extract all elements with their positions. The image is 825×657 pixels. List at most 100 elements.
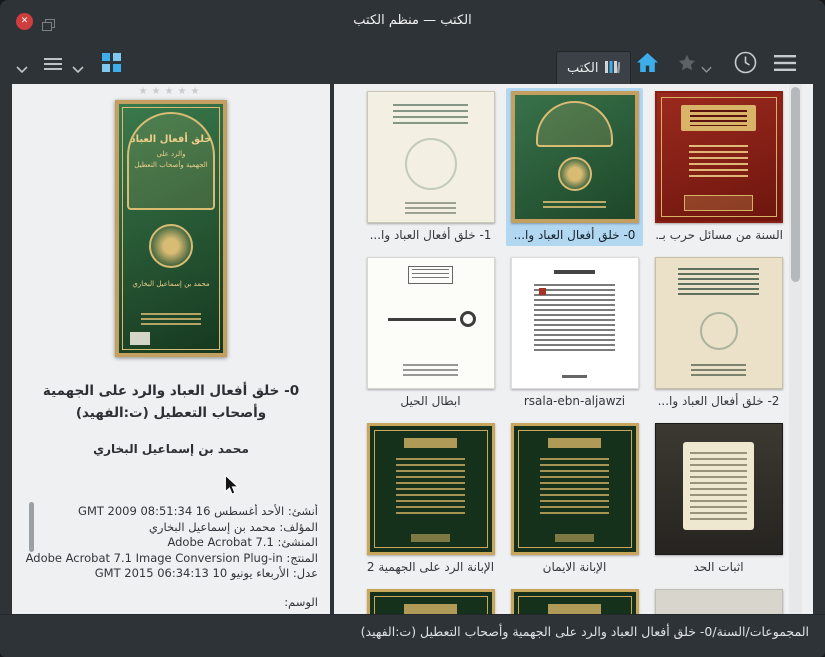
cursor-icon xyxy=(224,473,240,500)
home-icon xyxy=(636,52,659,77)
book-title-label: 1- خلق أفعال العباد وا... xyxy=(369,228,492,242)
metadata-label: عدل: xyxy=(292,566,318,580)
chevron-down-icon xyxy=(72,59,84,78)
tab-books-label: الكتب xyxy=(567,60,599,76)
metadata-label: الوسم: xyxy=(284,594,318,609)
tab-books[interactable]: الكتب xyxy=(556,51,632,84)
collapse-button[interactable] xyxy=(16,59,28,78)
metadata-label: المنتج: xyxy=(286,550,318,565)
book-grid-item[interactable]: ابطال الحيل xyxy=(362,254,499,412)
hamburger-icon xyxy=(774,55,796,75)
metadata-value: الأحد أغسطس 16 08:51:34 2009 GMT xyxy=(78,504,285,518)
bookshelf-icon xyxy=(605,59,622,78)
selected-item-path: المجموعات/السنة/0- خلق أفعال العباد والر… xyxy=(360,624,809,639)
chevron-down-icon xyxy=(701,59,712,78)
detail-scrollbar-thumb[interactable] xyxy=(29,502,34,552)
favorites-dropdown-button[interactable] xyxy=(701,59,712,78)
book-grid-item[interactable] xyxy=(506,586,643,614)
history-button[interactable] xyxy=(734,51,757,78)
book-grid-item[interactable]: الإبانة الرد على الجهمية 2 xyxy=(362,420,499,578)
book-title-label: الإبانة الرد على الجهمية 2 xyxy=(366,560,495,574)
book-title-label: rsala-ebn-aljawzi xyxy=(523,394,626,408)
metadata-value: محمد بن إسماعيل البخاري xyxy=(148,519,276,534)
metadata-list: أنشئ: الأحد أغسطس 16 08:51:34 2009 GMT ال… xyxy=(20,504,318,610)
book-cover xyxy=(510,423,639,555)
book-grid-panel: السنة من مسائل حرب بـ... 0- خلق أفعال ال… xyxy=(334,84,813,614)
statusbar: المجموعات/السنة/0- خلق أفعال العباد والر… xyxy=(0,614,825,648)
metadata-row: المنتج: Adobe Acrobat 7.1 Image Conversi… xyxy=(20,551,318,567)
metadata-label: أنشئ: xyxy=(287,504,318,518)
grid-icon xyxy=(102,53,121,76)
book-cover xyxy=(366,257,495,389)
favorites-button[interactable] xyxy=(678,54,696,76)
book-title-label: الإبانة الايمان xyxy=(542,560,607,574)
cover-title-line: والرد على xyxy=(156,150,186,158)
metadata-row: المؤلف: محمد بن إسماعيل البخاري xyxy=(20,520,318,536)
restore-icon xyxy=(42,16,55,35)
book-grid-item[interactable]: 1- خلق أفعال العباد وا... xyxy=(362,88,499,246)
metadata-row: أنشئ: الأحد أغسطس 16 08:51:34 2009 GMT xyxy=(20,504,318,520)
book-grid-item[interactable] xyxy=(650,586,787,614)
book-author: محمد بن إسماعيل البخاري xyxy=(93,442,249,456)
book-cover xyxy=(654,423,783,555)
book-detail-panel: ★★★★★ خلق أفعال العباد والرد على الجهمية… xyxy=(12,84,330,614)
cover-title-line: الجهمية وأصحاب التعطيل xyxy=(134,161,208,169)
book-cover xyxy=(654,91,783,223)
metadata-value: الأربعاء يونيو 10 06:34:13 2015 GMT xyxy=(94,566,290,580)
metadata-row: الوسم: xyxy=(20,595,318,611)
book-grid-item[interactable] xyxy=(362,586,499,614)
cover-title-panel: خلق أفعال العباد والرد على الجهمية وأصحا… xyxy=(127,112,215,210)
close-icon: ✕ xyxy=(20,16,29,26)
book-cover-large: خلق أفعال العباد والرد على الجهمية وأصحا… xyxy=(115,100,227,357)
chevron-down-icon xyxy=(16,59,28,78)
book-cover xyxy=(366,589,495,614)
restore-button[interactable] xyxy=(42,16,55,31)
grid-scrollbar[interactable] xyxy=(789,84,802,614)
book-cover xyxy=(654,589,783,614)
cover-medallion xyxy=(149,224,193,268)
book-title-label: اثبات الحد xyxy=(693,560,744,574)
book-grid-item[interactable]: 2- خلق أفعال العباد وا... xyxy=(650,254,787,412)
metadata-row: المنشئ: Adobe Acrobat 7.1 xyxy=(20,535,318,551)
main-area: ★★★★★ خلق أفعال العباد والرد على الجهمية… xyxy=(12,84,813,614)
titlebar: ✕ الكتب — منظم الكتب xyxy=(0,0,825,42)
book-cover xyxy=(510,589,639,614)
cover-sticker xyxy=(130,332,150,345)
rating-stars: ★★★★★ xyxy=(138,86,204,97)
list-view-button[interactable] xyxy=(44,56,62,75)
book-cover xyxy=(510,257,639,389)
book-title-label: 0- خلق أفعال العباد وا... xyxy=(513,228,636,242)
close-button[interactable]: ✕ xyxy=(16,13,33,30)
icon-view-button[interactable] xyxy=(102,53,121,76)
book-cover xyxy=(510,91,639,223)
book-grid-item[interactable]: 0- خلق أفعال العباد وا... xyxy=(506,88,643,246)
app-window: ✕ الكتب — منظم الكتب الكتب ★★★★★ خلق أفع… xyxy=(0,0,825,657)
book-title-label: السنة من مسائل حرب بـ... xyxy=(654,228,783,242)
home-button[interactable] xyxy=(636,52,659,77)
book-cover xyxy=(366,91,495,223)
metadata-label: المؤلف: xyxy=(279,519,318,534)
clock-icon xyxy=(734,51,757,78)
metadata-value: Adobe Acrobat 7.1 xyxy=(167,535,274,549)
book-grid: السنة من مسائل حرب بـ... 0- خلق أفعال ال… xyxy=(334,88,789,614)
list-view-dropdown-button[interactable] xyxy=(72,59,84,78)
cover-ornament xyxy=(141,313,201,325)
cover-author-text: محمد بن إسماعيل البخاري xyxy=(132,280,210,288)
book-grid-item[interactable]: السنة من مسائل حرب بـ... xyxy=(650,88,787,246)
book-grid-item[interactable]: اثبات الحد xyxy=(650,420,787,578)
book-title-label: 2- خلق أفعال العباد وا... xyxy=(657,394,780,408)
book-grid-item[interactable]: rsala-ebn-aljawzi xyxy=(506,254,643,412)
window-title: الكتب — منظم الكتب xyxy=(353,13,472,28)
menu-button[interactable] xyxy=(774,55,796,75)
metadata-label: المنشئ: xyxy=(277,535,318,549)
toolbar: الكتب xyxy=(0,42,825,84)
star-icon xyxy=(678,54,696,76)
book-grid-item[interactable]: الإبانة الايمان xyxy=(506,420,643,578)
cover-title-line: خلق أفعال العباد xyxy=(130,134,212,145)
book-title-label: ابطال الحيل xyxy=(400,394,461,408)
list-icon xyxy=(44,56,62,75)
book-title: 0- خلق أفعال العباد والرد على الجهمية وأ… xyxy=(42,383,300,421)
grid-scrollbar-thumb[interactable] xyxy=(791,87,800,282)
book-cover xyxy=(654,257,783,389)
metadata-value: Adobe Acrobat 7.1 Image Conversion Plug-… xyxy=(25,550,283,565)
